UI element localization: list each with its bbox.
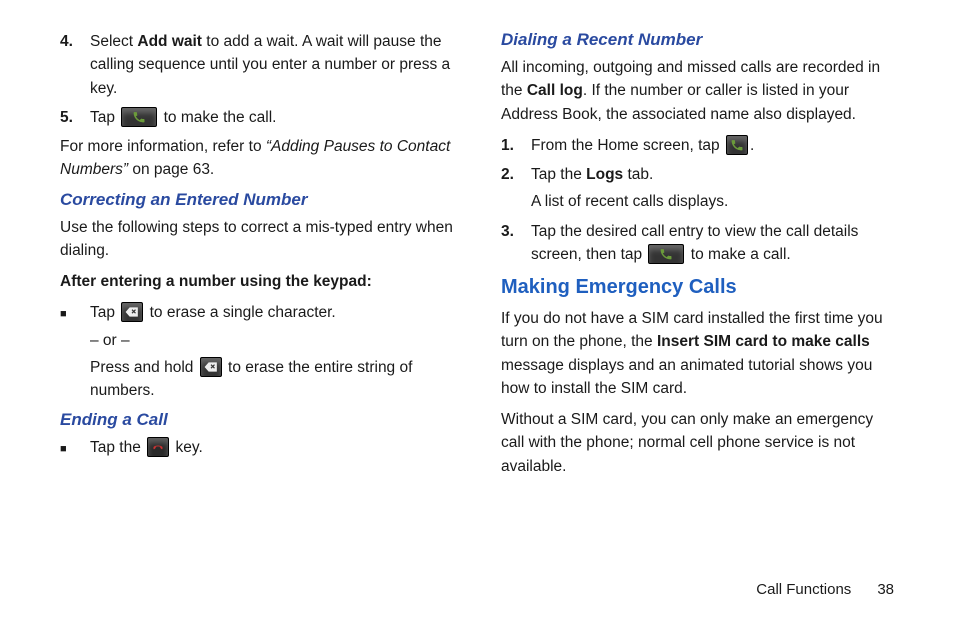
step-body: Tap the Logs tab. A list of recent calls… xyxy=(531,163,894,214)
reference-line: For more information, refer to “Adding P… xyxy=(60,135,453,182)
phone-app-icon xyxy=(726,135,748,155)
step-body: From the Home screen, tap . xyxy=(531,134,894,157)
correcting-intro: Use the following steps to correct a mis… xyxy=(60,216,453,263)
footer-page: 38 xyxy=(877,581,894,598)
emergency-p2: Without a SIM card, you can only make an… xyxy=(501,408,894,478)
step-body: Select Add wait to add a wait. A wait wi… xyxy=(90,30,453,100)
right-column: Dialing a Recent Number All incoming, ou… xyxy=(501,30,894,486)
page-body: 4. Select Add wait to add a wait. A wait… xyxy=(0,0,954,486)
heading-emergency: Making Emergency Calls xyxy=(501,276,894,299)
bold-text: Logs xyxy=(586,166,623,183)
step-body: Tap to make the call. xyxy=(90,106,453,129)
text: Select xyxy=(90,33,137,50)
bullet-erase: ■ Tap to erase a single character. – or … xyxy=(60,301,453,402)
backspace-icon xyxy=(121,302,143,322)
step-number: 5. xyxy=(60,106,90,129)
dialing-intro: All incoming, outgoing and missed calls … xyxy=(501,56,894,126)
step-3: 3. Tap the desired call entry to view th… xyxy=(501,220,894,267)
bullet-body: Tap the key. xyxy=(90,436,203,459)
bold-text: Add wait xyxy=(137,33,202,50)
bullet-ending: ■ Tap the key. xyxy=(60,436,453,459)
text: message displays and an animated tutoria… xyxy=(501,357,872,397)
text: tab. xyxy=(623,166,653,183)
heading-ending: Ending a Call xyxy=(60,410,453,430)
text: For more information, refer to xyxy=(60,138,266,155)
text: key. xyxy=(175,439,202,456)
text: to make a call. xyxy=(691,246,791,263)
text: From the Home screen, tap xyxy=(531,137,724,154)
step-number: 3. xyxy=(501,220,531,267)
page-footer: Call Functions 38 xyxy=(756,581,894,598)
step-2: 2. Tap the Logs tab. A list of recent ca… xyxy=(501,163,894,214)
step-5: 5. Tap to make the call. xyxy=(60,106,453,129)
footer-section: Call Functions xyxy=(756,581,851,598)
call-icon xyxy=(121,107,157,127)
step-number: 4. xyxy=(60,30,90,100)
step-1: 1. From the Home screen, tap . xyxy=(501,134,894,157)
text: Press and hold xyxy=(90,359,198,376)
step-number: 1. xyxy=(501,134,531,157)
text: Tap the xyxy=(90,439,145,456)
after-entering-heading: After entering a number using the keypad… xyxy=(60,270,453,293)
bullet-marker: ■ xyxy=(60,436,90,459)
endcall-icon xyxy=(147,437,169,457)
text: A list of recent calls displays. xyxy=(531,190,894,213)
text: on page 63. xyxy=(132,161,214,178)
step-body: Tap the desired call entry to view the c… xyxy=(531,220,894,267)
step-number: 2. xyxy=(501,163,531,214)
or-separator: – or – xyxy=(90,329,453,352)
bullet-marker: ■ xyxy=(60,301,90,402)
bold-text: Insert SIM card to make calls xyxy=(657,333,870,350)
call-icon xyxy=(648,244,684,264)
text: Tap xyxy=(90,109,119,126)
backspace-icon xyxy=(200,357,222,377)
text: . xyxy=(750,137,754,154)
text: Tap the xyxy=(531,166,586,183)
bold-text: Call log xyxy=(527,82,583,99)
step-4: 4. Select Add wait to add a wait. A wait… xyxy=(60,30,453,100)
emergency-p1: If you do not have a SIM card installed … xyxy=(501,307,894,400)
left-column: 4. Select Add wait to add a wait. A wait… xyxy=(60,30,453,486)
heading-dialing-recent: Dialing a Recent Number xyxy=(501,30,894,50)
text: to erase a single character. xyxy=(150,304,336,321)
bullet-body: Tap to erase a single character. – or – … xyxy=(90,301,453,402)
text: to make the call. xyxy=(164,109,277,126)
heading-correcting: Correcting an Entered Number xyxy=(60,190,453,210)
text: Tap xyxy=(90,304,119,321)
